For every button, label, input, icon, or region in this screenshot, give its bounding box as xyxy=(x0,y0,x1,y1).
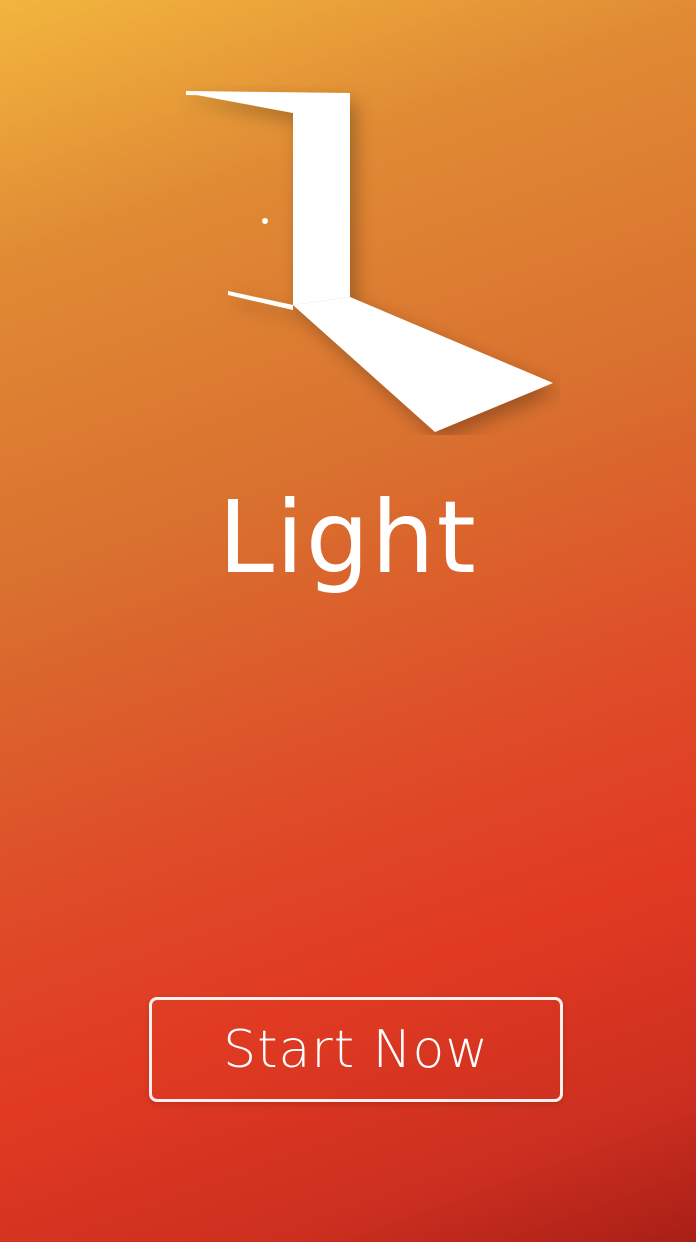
start-now-button[interactable]: Start Now xyxy=(149,997,563,1102)
open-door-icon xyxy=(186,91,553,432)
app-title: Light xyxy=(218,479,478,596)
splash-screen: Light Start Now xyxy=(0,0,696,1242)
